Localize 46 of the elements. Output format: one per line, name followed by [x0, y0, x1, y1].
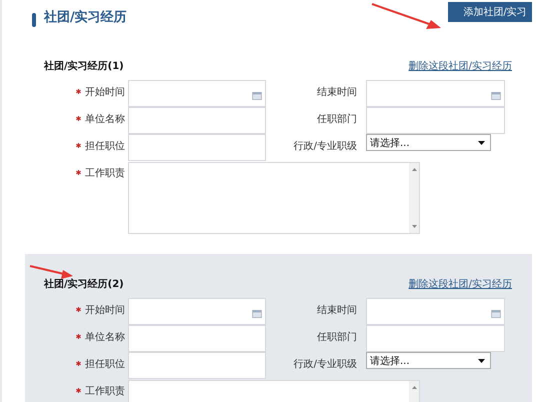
field-label: 单位名称	[85, 330, 125, 344]
scrollbar[interactable]	[409, 163, 419, 233]
field-label: 开始时间	[85, 304, 125, 317]
text-field[interactable]	[128, 325, 266, 352]
arrow-drawing	[30, 265, 73, 279]
text-area[interactable]	[128, 162, 420, 234]
arrow-drawing	[372, 3, 441, 29]
field-label: 工作职责	[85, 166, 125, 180]
field-label: 开始时间	[85, 86, 125, 99]
select-dropdown[interactable]: 请选择...	[366, 352, 491, 369]
page-title: 社团/实习经历	[44, 8, 127, 26]
delete-link[interactable]: 删除这段社团/实习经历	[408, 59, 512, 73]
scroll-up-icon[interactable]	[412, 386, 416, 389]
date-field[interactable]	[366, 298, 505, 325]
section-title: 社团/实习经历(2)	[44, 277, 124, 291]
field-label: 行政/专业职级	[294, 140, 357, 153]
section-title: 社团/实习经历(1)	[44, 59, 124, 73]
field-label: 行政/专业职级	[294, 358, 357, 371]
field-label: 担任职位	[85, 358, 125, 371]
calendar-icon[interactable]	[252, 310, 262, 318]
scroll-up-icon[interactable]	[412, 168, 416, 171]
text-field[interactable]	[128, 107, 266, 134]
text-field[interactable]	[366, 325, 505, 352]
text-field[interactable]	[366, 107, 505, 134]
date-field[interactable]	[128, 80, 266, 107]
field-label: 担任职位	[85, 140, 125, 153]
date-field[interactable]	[366, 80, 505, 107]
delete-link[interactable]: 删除这段社团/实习经历	[408, 277, 512, 291]
calendar-icon[interactable]	[491, 310, 501, 318]
scroll-down-icon[interactable]	[412, 225, 416, 228]
field-label: 任职部门	[317, 330, 357, 344]
date-field[interactable]	[128, 298, 266, 325]
caret-icon	[478, 140, 485, 144]
calendar-icon[interactable]	[491, 92, 501, 100]
field-label: 工作职责	[85, 384, 125, 398]
field-label: 单位名称	[85, 112, 125, 126]
title-marker	[32, 13, 36, 27]
field-label: 任职部门	[317, 112, 357, 126]
text-field[interactable]	[128, 134, 266, 161]
calendar-icon[interactable]	[252, 92, 262, 100]
add-button[interactable]: 添加社团/实习	[448, 2, 532, 22]
field-label: 结束时间	[317, 86, 357, 99]
text-field[interactable]	[128, 352, 266, 379]
field-label: 结束时间	[317, 304, 357, 317]
caret-icon	[478, 358, 485, 362]
select-dropdown[interactable]: 请选择...	[366, 134, 491, 151]
